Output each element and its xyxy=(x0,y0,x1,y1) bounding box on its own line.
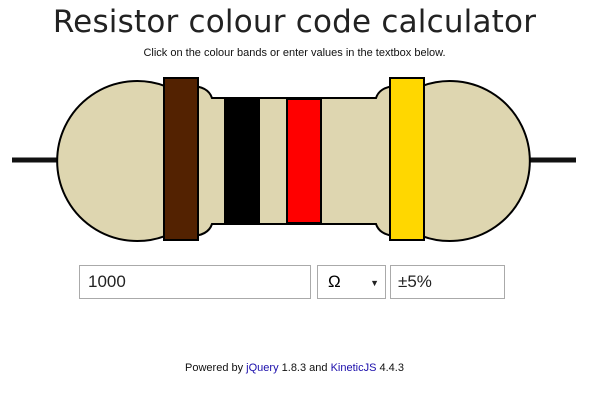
unit-select-value: Ω xyxy=(328,272,341,291)
chevron-down-icon: ▼ xyxy=(370,278,379,288)
page-title: Resistor colour code calculator xyxy=(52,4,537,40)
resistor-diagram xyxy=(12,77,576,242)
kineticjs-link[interactable]: KineticJS xyxy=(331,362,377,374)
tolerance-input[interactable] xyxy=(390,265,505,299)
band-3[interactable] xyxy=(286,98,322,224)
unit-select[interactable]: Ω ▼ xyxy=(317,265,386,299)
jquery-version: 1.8.3 and xyxy=(281,362,328,374)
page-subtitle: Click on the colour bands or enter value… xyxy=(143,47,446,59)
band-tolerance[interactable] xyxy=(389,77,425,241)
resistance-value-input[interactable] xyxy=(79,265,311,299)
powered-by-label: Powered by xyxy=(185,362,244,374)
band-2[interactable] xyxy=(224,98,260,224)
band-1[interactable] xyxy=(163,77,199,241)
footer: Powered by jQuery 1.8.3 and KineticJS 4.… xyxy=(0,362,589,374)
jquery-link[interactable]: jQuery xyxy=(246,362,278,374)
kineticjs-version: 4.4.3 xyxy=(379,362,404,374)
